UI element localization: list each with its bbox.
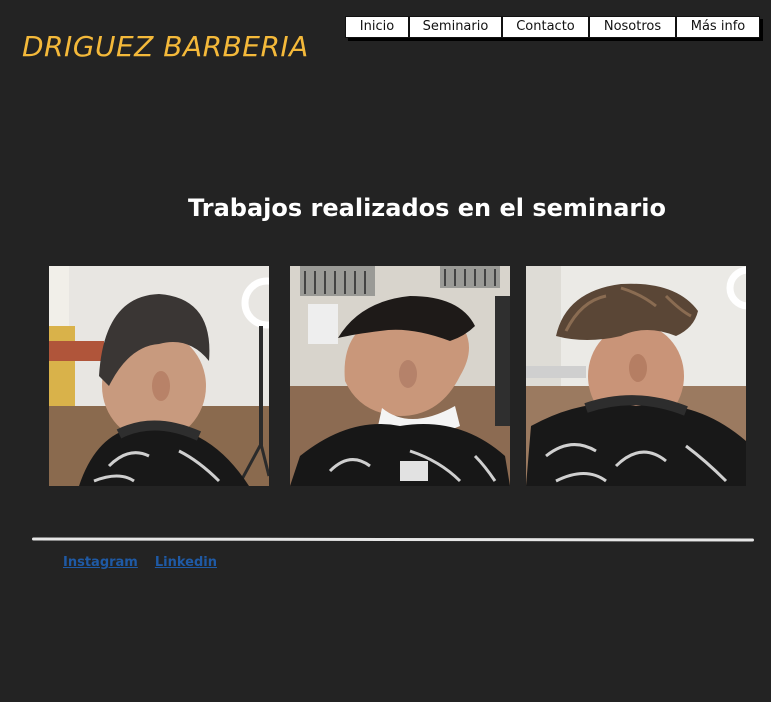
site-logo-text: DRIGUEZ BARBERIA (22, 30, 309, 63)
footer-divider (31, 537, 755, 542)
footer-links: Instagram Linkedin (63, 555, 217, 570)
main-nav: Inicio Seminario Contacto Nosotros Más i… (345, 16, 760, 38)
nav-nosotros[interactable]: Nosotros (589, 16, 676, 38)
instagram-link[interactable]: Instagram (63, 555, 138, 570)
haircut-photo-1 (49, 266, 269, 486)
section-title: Trabajos realizados en el seminario (188, 194, 666, 222)
nav-seminario[interactable]: Seminario (409, 16, 502, 38)
haircut-photo-3 (526, 266, 746, 486)
linkedin-link[interactable]: Linkedin (155, 555, 217, 570)
nav-inicio[interactable]: Inicio (345, 16, 409, 38)
nav-contacto[interactable]: Contacto (502, 16, 589, 38)
haircut-photo-2 (290, 266, 510, 486)
nav-mas-info[interactable]: Más info (676, 16, 760, 38)
